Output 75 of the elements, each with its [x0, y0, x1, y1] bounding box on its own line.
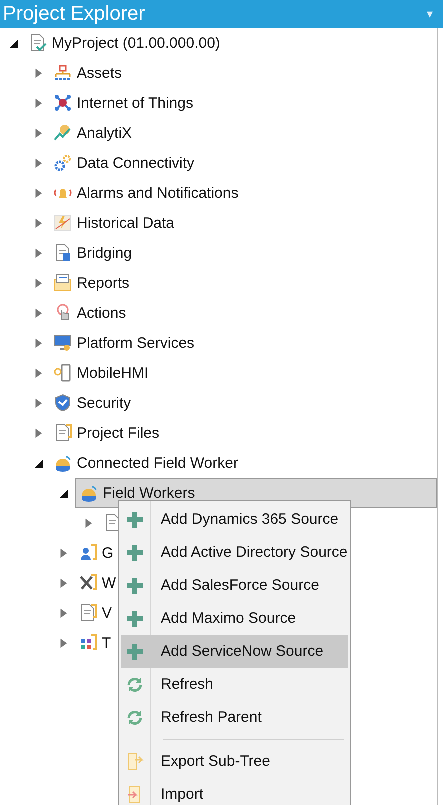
collapse-arrow-icon[interactable]: [58, 488, 69, 498]
hierarchy-icon: [54, 64, 72, 82]
plus-icon: [126, 642, 144, 660]
plus-icon: [126, 510, 144, 528]
expand-arrow-icon[interactable]: [58, 608, 69, 618]
tree-item[interactable]: Bridging: [50, 238, 132, 268]
expand-arrow-icon[interactable]: [33, 398, 44, 408]
tree-item[interactable]: V: [75, 598, 112, 628]
tree-item[interactable]: Reports: [50, 268, 130, 298]
export-icon: [126, 752, 144, 770]
hard-hat-icon: [54, 454, 72, 472]
menu-item[interactable]: Add Active Directory Source: [121, 536, 348, 569]
tree-item[interactable]: Alarms and Notifications: [50, 178, 239, 208]
collapse-arrow-icon[interactable]: [8, 38, 19, 48]
expand-arrow-icon[interactable]: [33, 98, 44, 108]
hard-hat-icon: [80, 484, 98, 502]
menu-item[interactable]: Export Sub-Tree: [121, 745, 348, 778]
tree-item[interactable]: Internet of Things: [50, 88, 194, 118]
tree-item[interactable]: MyProject (01.00.000.00): [25, 28, 220, 58]
expand-arrow-icon[interactable]: [58, 548, 69, 558]
tree-item[interactable]: Platform Services: [50, 328, 195, 358]
tree-item[interactable]: Security: [50, 388, 132, 418]
gears-icon: [54, 154, 72, 172]
refresh-icon: [126, 676, 144, 694]
plus-icon: [126, 610, 144, 628]
chart-icon: [54, 214, 72, 232]
tree-item[interactable]: Assets: [50, 58, 122, 88]
expand-arrow-icon[interactable]: [33, 218, 44, 228]
menu-item[interactable]: Import: [121, 778, 348, 805]
document-icon: [54, 244, 72, 262]
document-icon: [79, 604, 97, 622]
expand-arrow-icon[interactable]: [33, 188, 44, 198]
expand-arrow-icon[interactable]: [58, 578, 69, 588]
expand-arrow-icon[interactable]: [83, 518, 94, 528]
expand-arrow-icon[interactable]: [33, 248, 44, 258]
tree-item[interactable]: MobileHMI: [50, 358, 149, 388]
shield-icon: [54, 394, 72, 412]
monitor-icon: [54, 334, 72, 352]
expand-arrow-icon[interactable]: [33, 428, 44, 438]
network-icon: [54, 94, 72, 112]
tree-item[interactable]: T: [75, 628, 112, 658]
expand-arrow-icon[interactable]: [33, 368, 44, 378]
document-icon: [29, 34, 47, 52]
phone-icon: [54, 364, 72, 382]
expand-arrow-icon[interactable]: [33, 68, 44, 78]
menu-item[interactable]: Add Maximo Source: [121, 602, 348, 635]
tree-item[interactable]: G: [75, 538, 114, 568]
expand-arrow-icon[interactable]: [33, 308, 44, 318]
expand-arrow-icon[interactable]: [33, 338, 44, 348]
menu-item[interactable]: Add SalesForce Source: [121, 569, 348, 602]
expand-arrow-icon[interactable]: [33, 158, 44, 168]
tree-item[interactable]: Connected Field Worker: [50, 448, 238, 478]
tree-item[interactable]: Project Files: [50, 418, 160, 448]
folder-icon: [54, 274, 72, 292]
document-icon: [54, 424, 72, 442]
expand-arrow-icon[interactable]: [33, 128, 44, 138]
grid-icon: [79, 634, 97, 652]
tools-icon: [79, 574, 97, 592]
person-icon: [79, 544, 97, 562]
tree-item[interactable]: W: [75, 568, 116, 598]
collapse-arrow-icon[interactable]: [33, 458, 44, 468]
menu-item[interactable]: Refresh Parent: [121, 701, 348, 734]
plus-icon: [126, 544, 144, 562]
expand-arrow-icon[interactable]: [58, 638, 69, 648]
tree-item[interactable]: Actions: [50, 298, 126, 328]
tree-item[interactable]: AnalytiX: [50, 118, 132, 148]
trend-icon: [54, 124, 72, 142]
menu-item[interactable]: Add ServiceNow Source: [121, 635, 348, 668]
menu-item[interactable]: Refresh: [121, 668, 348, 701]
expand-arrow-icon[interactable]: [33, 278, 44, 288]
panel-title: Project Explorer: [3, 2, 146, 26]
tree-item[interactable]: Data Connectivity: [50, 148, 195, 178]
refresh-icon: [126, 708, 144, 726]
tree-item[interactable]: Historical Data: [50, 208, 175, 238]
plus-icon: [126, 576, 144, 594]
